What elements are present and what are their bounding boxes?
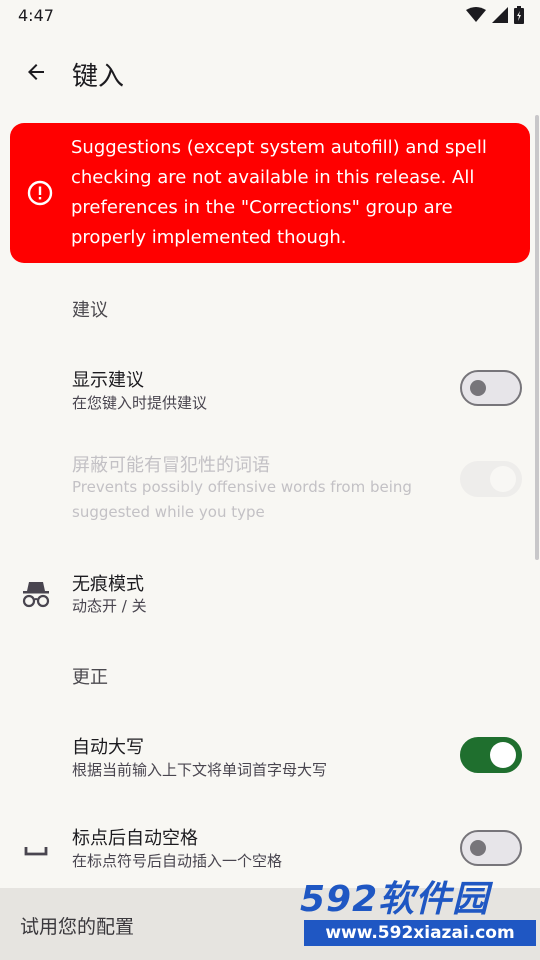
block-offensive-switch[interactable] xyxy=(460,461,522,497)
back-button[interactable] xyxy=(16,52,56,92)
warning-banner: Suggestions (except system autofill) and… xyxy=(10,123,530,263)
wifi-icon xyxy=(466,7,486,22)
app-bar: 键入 xyxy=(0,40,540,104)
pref-title: 标点后自动空格 xyxy=(72,828,198,849)
pref-incognito[interactable]: 无痕模式 动态开 / 关 xyxy=(0,558,540,628)
pref-block-offensive[interactable]: 屏蔽可能有冒犯性的词语 Prevents possibly offensive … xyxy=(0,440,540,530)
auto-capitalize-switch[interactable] xyxy=(460,737,522,773)
auto-space-switch[interactable] xyxy=(460,830,522,866)
space-bar-icon xyxy=(24,847,48,856)
banner-message: Suggestions (except system autofill) and… xyxy=(71,137,487,248)
pref-title: 屏蔽可能有冒犯性的词语 xyxy=(72,455,270,476)
switch-thumb xyxy=(490,466,516,492)
pref-summary: Prevents possibly offensive words from b… xyxy=(72,478,412,521)
incognito-icon xyxy=(22,582,50,608)
switch-thumb xyxy=(470,840,486,856)
show-suggestions-switch[interactable] xyxy=(460,370,522,406)
status-icons xyxy=(466,6,524,24)
battery-icon xyxy=(514,6,524,24)
pref-title: 无痕模式 xyxy=(72,574,144,595)
section-header-corrections: 更正 xyxy=(72,667,108,688)
pref-show-suggestions[interactable]: 显示建议 在您键入时提供建议 xyxy=(0,355,540,425)
watermark-title: 592软件园 xyxy=(300,879,490,920)
pref-summary: 在您键入时提供建议 xyxy=(72,394,208,412)
pref-summary: 动态开 / 关 xyxy=(72,597,147,615)
pref-title: 显示建议 xyxy=(72,370,144,391)
error-icon xyxy=(27,180,53,206)
watermark: 592软件园 www.592xiazai.com xyxy=(296,870,540,950)
pref-auto-capitalize[interactable]: 自动大写 根据当前输入上下文将单词首字母大写 xyxy=(0,722,540,792)
switch-thumb xyxy=(490,742,516,768)
pref-summary: 根据当前输入上下文将单词首字母大写 xyxy=(72,761,328,779)
signal-icon xyxy=(492,7,508,23)
arrow-back-icon xyxy=(28,64,44,80)
try-config-label: 试用您的配置 xyxy=(20,916,135,938)
status-bar: 4:47 xyxy=(0,0,540,32)
switch-thumb xyxy=(470,380,486,396)
pref-title: 自动大写 xyxy=(72,737,144,758)
section-header-suggestions: 建议 xyxy=(72,300,108,321)
status-time: 4:47 xyxy=(18,6,54,25)
page-title: 键入 xyxy=(72,62,125,92)
watermark-url: www.592xiazai.com xyxy=(304,920,536,946)
